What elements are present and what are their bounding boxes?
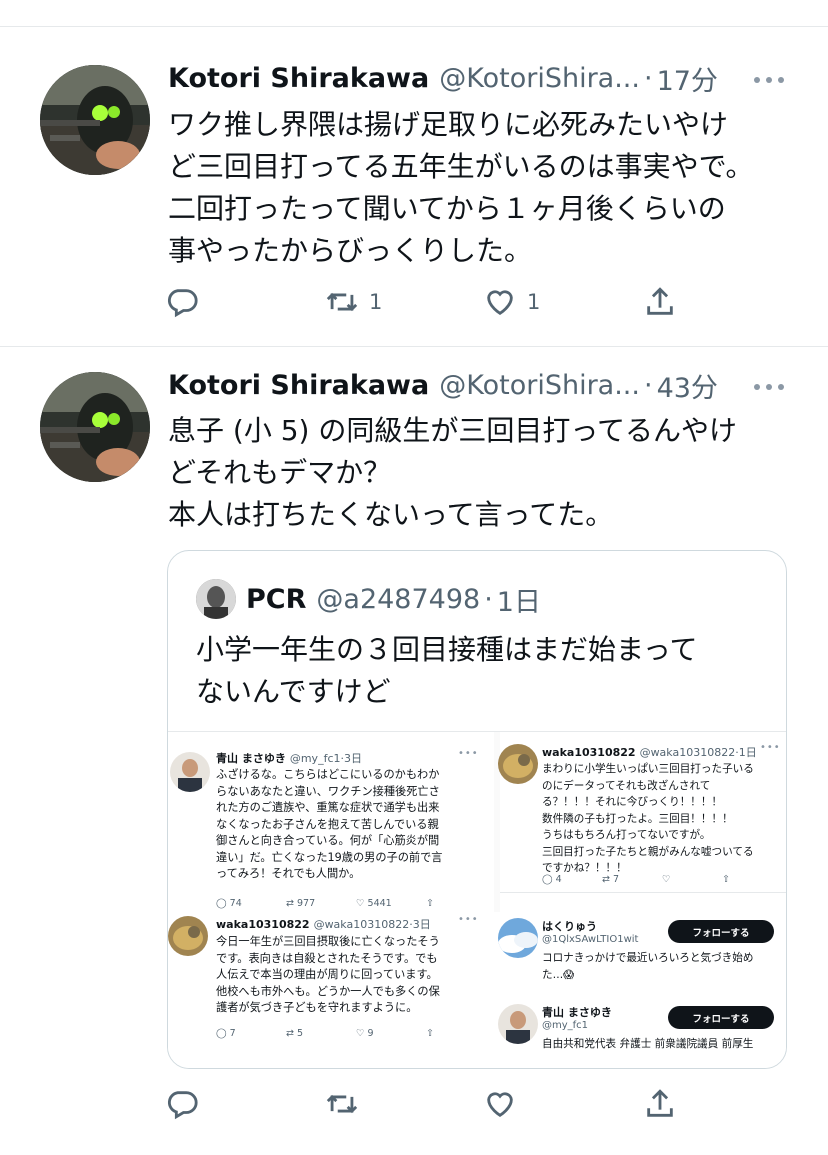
top-divider (0, 26, 828, 27)
avatar[interactable] (40, 65, 150, 175)
embedded-name: waka10310822 @waka10310822·1日 (542, 746, 757, 759)
embedded-body: 今日一年生が三回目摂取後に亡くなったそう です。表向きは自殺とされたそうです。で… (216, 935, 440, 1014)
suggested-user-bio: 自由共和党代表 弁護士 前衆議院議員 前厚生 (542, 1038, 754, 1050)
quote-user-handle[interactable]: @a2487498 (316, 584, 480, 615)
more-icon[interactable] (754, 382, 784, 392)
reply-icon (167, 1091, 198, 1120)
separator-dot: · (484, 583, 493, 615)
follow-suggestions: はくりゅう @1QlxSAwLTIO1wit フォローする コロナきっかけで最近… (496, 912, 786, 1068)
reply-icon (167, 289, 198, 318)
share-icon (647, 1089, 673, 1117)
embedded-avatar (168, 916, 208, 956)
suggested-user-handle: @my_fc1 (542, 1020, 589, 1031)
tweet-header: Kotori Shirakawa @KotoriShira... · 17分 (168, 58, 772, 98)
like-count: 1 (527, 290, 541, 314)
embedded-name: 青山 まさゆき @my_fc1·3日 (216, 752, 362, 765)
quote-display-name[interactable]: PCR (246, 584, 306, 615)
tweet-header: Kotori Shirakawa @KotoriShira... · 43分 (168, 365, 772, 405)
embedded-tweet: waka10310822 @waka10310822·1日 ••• まわりに小学生… (496, 732, 786, 912)
embedded-avatar (498, 744, 538, 784)
retweet-button[interactable] (325, 1084, 359, 1124)
follow-button: フォローする (668, 1006, 774, 1029)
embedded-actions: ◯ 7 ⇄ 5 ♡ 9 ⇧ (216, 1028, 434, 1039)
suggested-user-name: はくりゅう (542, 920, 597, 933)
reply-button[interactable] (165, 282, 199, 322)
quote-tweet[interactable]: PCR @a2487498 · 1日 小学一年生の３回目接種はまだ始まって ない… (167, 550, 787, 1069)
embedded-actions: ◯ 4 ⇄ 7 ♡ ⇧ (542, 874, 730, 885)
avatar-image (40, 372, 150, 482)
share-button[interactable] (643, 282, 677, 322)
embedded-body: まわりに小学生いっぱい三回目打った子いる のにデータってそれも改ざんされて る？… (542, 763, 754, 874)
tweet-actions: 1 1 (165, 282, 685, 322)
quote-text: 小学一年生の３回目接種はまだ始まって ないんですけど (196, 633, 698, 708)
embedded-tweet: 青山 まさゆき @my_fc1·3日 ••• ふざけるな。こちらはどこにいるのかも… (168, 732, 494, 910)
suggested-user-name: 青山 まさゆき (542, 1006, 612, 1019)
tweet-text: 息子 (小 5) の同級生が三回目打ってるんやけ どそれもデマか？ 本人は打ちた… (168, 414, 737, 531)
heart-icon (487, 290, 513, 316)
quote-avatar-image (196, 579, 236, 619)
user-handle[interactable]: @KotoriShira... (439, 63, 640, 94)
tweet-divider (0, 346, 828, 347)
embedded-tweet: waka10310822 @waka10310822·3日 ••• 今日一年生が三… (168, 912, 494, 1068)
quote-timestamp[interactable]: 1日 (497, 580, 541, 619)
retweet-button[interactable]: 1 (325, 282, 382, 322)
like-button[interactable]: 1 (483, 282, 540, 322)
quote-image[interactable]: 青山 まさゆき @my_fc1·3日 ••• ふざけるな。こちらはどこにいるのかも… (168, 731, 786, 1068)
embedded-avatar (498, 918, 538, 958)
quote-header: PCR @a2487498 · 1日 (196, 579, 541, 619)
more-icon[interactable] (754, 75, 784, 85)
panel-divider (500, 892, 786, 893)
avatar[interactable] (40, 372, 150, 482)
like-button[interactable] (483, 1084, 517, 1124)
retweet-icon (326, 292, 358, 312)
embedded-avatar (498, 1004, 538, 1044)
more-icon: ••• (458, 914, 479, 925)
heart-icon (487, 1092, 513, 1118)
more-icon: ••• (760, 742, 781, 753)
tweet-text: ワク推し界隈は揚げ足取りに必死みたいやけ ど三回目打ってる五年生がいるのは事実や… (168, 108, 754, 267)
reply-button[interactable] (165, 1084, 199, 1124)
more-icon: ••• (458, 748, 479, 759)
user-handle[interactable]: @KotoriShira... (439, 370, 640, 401)
suggested-user-bio: コロナきっかけで最近いろいろと気づき始め た…😱 (542, 952, 754, 981)
follow-button: フォローする (668, 920, 774, 943)
embedded-name: waka10310822 @waka10310822·3日 (216, 918, 431, 931)
avatar-image (40, 65, 150, 175)
retweet-icon (326, 1094, 358, 1114)
separator-dot: · (643, 369, 653, 401)
display-name[interactable]: Kotori Shirakawa (168, 370, 429, 401)
retweet-count: 1 (369, 290, 383, 314)
display-name[interactable]: Kotori Shirakawa (168, 63, 429, 94)
embedded-avatar (170, 752, 210, 792)
separator-dot: · (643, 62, 653, 94)
quote-avatar (196, 579, 236, 619)
timestamp[interactable]: 43分 (657, 366, 718, 405)
share-button[interactable] (643, 1084, 677, 1124)
share-icon (647, 287, 673, 315)
embedded-body: ふざけるな。こちらはどこにいるのかもわか らないあなたと違い、ワクチン接種後死亡… (216, 768, 443, 880)
tweet-actions (165, 1084, 685, 1124)
suggested-user-handle: @1QlxSAwLTIO1wit (542, 934, 639, 945)
embedded-actions: ◯ 74 ⇄ 977 ♡ 5441 ⇧ (216, 898, 434, 909)
timestamp[interactable]: 17分 (657, 59, 718, 98)
